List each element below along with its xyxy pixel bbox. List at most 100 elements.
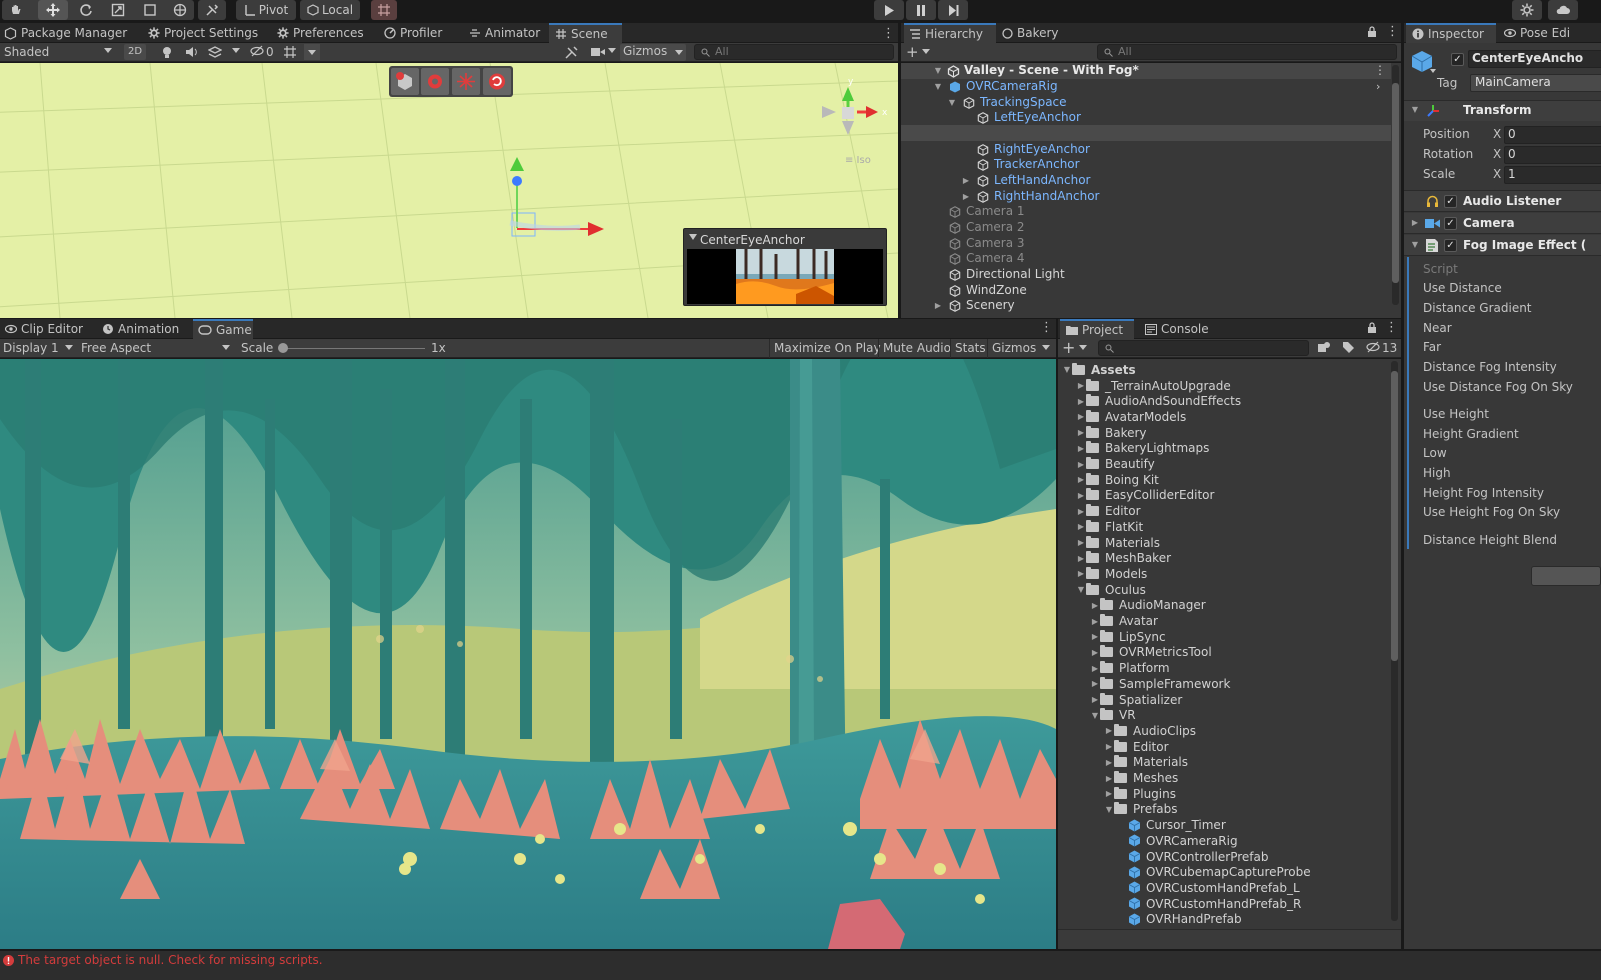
camera-checkbox[interactable]: ✓ bbox=[1444, 217, 1457, 230]
move-tool-button[interactable] bbox=[38, 0, 68, 20]
hidden-packages-toggle[interactable]: 13 bbox=[1366, 341, 1397, 355]
create-button[interactable]: + bbox=[1062, 338, 1075, 357]
gizmos-dropdown[interactable]: Gizmos bbox=[620, 44, 686, 61]
folder-item[interactable]: ▶ OVRMetricsTool bbox=[1090, 645, 1212, 661]
folder-item[interactable]: ▶ AudioAndSoundEffects bbox=[1076, 393, 1241, 409]
tab-game[interactable]: Game bbox=[193, 319, 253, 339]
expand-arrow[interactable]: ▶ bbox=[1076, 460, 1086, 469]
local-toggle[interactable]: Local bbox=[300, 0, 360, 20]
tab-inspector[interactable]: Inspector bbox=[1406, 23, 1496, 43]
status-bar[interactable]: The target object is null. Check for mis… bbox=[0, 950, 1601, 980]
expand-arrow[interactable]: ▼ bbox=[1062, 365, 1072, 374]
expand-arrow[interactable]: ▶ bbox=[1090, 617, 1100, 626]
expand-arrow[interactable]: ▶ bbox=[1104, 742, 1114, 751]
shading-mode-dropdown[interactable]: Shaded bbox=[4, 45, 49, 59]
hierarchy-item[interactable]: RightEyeAnchor bbox=[901, 142, 1391, 158]
expand-arrow[interactable]: ▼ bbox=[933, 82, 943, 91]
more-menu-icon[interactable]: ⋮ bbox=[882, 26, 895, 41]
folder-item[interactable]: ▼ Prefabs bbox=[1104, 802, 1178, 818]
game-view[interactable] bbox=[0, 359, 1056, 949]
aspect-dropdown[interactable]: Free Aspect bbox=[81, 341, 151, 355]
expand-arrow[interactable]: ▶ bbox=[1090, 664, 1100, 673]
prefab-item[interactable]: OVRControllerPrefab bbox=[1118, 849, 1268, 865]
tab-animation[interactable]: Animation bbox=[102, 319, 179, 339]
play-button[interactable] bbox=[874, 0, 904, 20]
transform-value-field[interactable]: 0 bbox=[1504, 146, 1601, 164]
prefab-item[interactable]: OVRHandPrefab bbox=[1118, 912, 1242, 928]
hierarchy-item[interactable]: Camera 1 bbox=[901, 204, 1391, 220]
expand-arrow[interactable]: ▶ bbox=[1076, 428, 1086, 437]
expand-arrow[interactable]: ▼ bbox=[1090, 711, 1100, 720]
pivot-overlay-button[interactable] bbox=[452, 68, 480, 95]
expand-arrow[interactable]: ▶ bbox=[1076, 522, 1086, 531]
folder-item[interactable]: ▶ Editor bbox=[1076, 503, 1141, 519]
scale-slider-track[interactable] bbox=[283, 348, 425, 349]
folder-item[interactable]: ▶ AudioClips bbox=[1104, 723, 1196, 739]
display-dropdown[interactable]: Display 1 bbox=[3, 341, 59, 355]
folder-item[interactable]: ▶ BakeryLightmaps bbox=[1076, 441, 1209, 457]
tab-clip-editor[interactable]: Clip Editor bbox=[5, 319, 83, 339]
hierarchy-item[interactable]: ▶ RightHandAnchor bbox=[901, 189, 1391, 205]
tab-bakery[interactable]: Bakery bbox=[1002, 23, 1059, 43]
add-component-button[interactable] bbox=[1531, 566, 1601, 586]
custom-tool-button[interactable] bbox=[198, 0, 226, 20]
folder-item[interactable]: ▶ MeshBaker bbox=[1076, 550, 1171, 566]
mute-audio-toggle[interactable]: Mute Audio bbox=[878, 339, 955, 358]
folder-item[interactable]: ▶ FlatKit bbox=[1076, 519, 1143, 535]
audio-listener-checkbox[interactable]: ✓ bbox=[1444, 195, 1457, 208]
hierarchy-item[interactable]: TrackerAnchor bbox=[901, 157, 1391, 173]
folder-item[interactable]: ▶ Beautify bbox=[1076, 456, 1155, 472]
prefab-item[interactable]: OVRCameraRig bbox=[1118, 833, 1238, 849]
grid-menu[interactable] bbox=[304, 44, 320, 60]
tab-package-manager[interactable]: Package Manager bbox=[4, 23, 127, 43]
expand-arrow[interactable]: ▶ bbox=[1104, 789, 1114, 798]
transform-all-button[interactable] bbox=[166, 0, 194, 20]
search-by-type-button[interactable] bbox=[1317, 341, 1331, 355]
hierarchy-item[interactable]: ▼ TrackingSpace bbox=[901, 95, 1391, 111]
expand-arrow[interactable]: ▶ bbox=[1076, 491, 1086, 500]
folder-item[interactable]: ▶ Materials bbox=[1104, 755, 1188, 771]
folder-item[interactable]: ▶ _TerrainAutoUpgrade bbox=[1076, 378, 1231, 394]
hierarchy-item[interactable]: Directional Light bbox=[901, 267, 1391, 283]
folder-item[interactable]: ▶ Models bbox=[1076, 566, 1147, 582]
hierarchy-item[interactable]: ▶ LeftHandAnchor bbox=[901, 173, 1391, 189]
hierarchy-scrollbar[interactable] bbox=[1392, 65, 1399, 305]
tab-project[interactable]: Project bbox=[1060, 319, 1134, 339]
chevron-right-icon[interactable]: › bbox=[1376, 80, 1380, 93]
object-name-field[interactable]: CenterEyeAncho bbox=[1468, 50, 1601, 68]
camera-settings-button[interactable] bbox=[590, 46, 606, 58]
expand-arrow[interactable]: ▶ bbox=[1076, 412, 1086, 421]
expand-arrow[interactable]: ▶ bbox=[1090, 695, 1100, 704]
folder-item[interactable]: ▶ EasyColliderEditor bbox=[1076, 488, 1214, 504]
expand-arrow[interactable]: ▼ bbox=[947, 98, 957, 107]
folder-item[interactable]: ▶ Plugins bbox=[1104, 786, 1176, 802]
expand-arrow[interactable]: ▶ bbox=[1104, 758, 1114, 767]
transform-value-field[interactable]: 0 bbox=[1504, 126, 1601, 144]
audio-listener-header[interactable]: ✓ Audio Listener bbox=[1404, 191, 1601, 212]
hierarchy-item[interactable]: ▼ OVRCameraRig bbox=[901, 79, 1391, 95]
tab-pose-editor[interactable]: Pose Edi bbox=[1504, 23, 1570, 43]
transform-header[interactable]: ▼ Transform bbox=[1404, 101, 1601, 121]
scene-search-input[interactable]: All bbox=[694, 44, 894, 60]
axis-label[interactable]: X bbox=[1493, 167, 1501, 181]
settings-overlay-button[interactable] bbox=[421, 68, 449, 95]
rect-tool-button[interactable] bbox=[136, 0, 164, 20]
more-menu-icon[interactable]: ⋮ bbox=[1386, 24, 1399, 39]
search-by-label-button[interactable] bbox=[1342, 341, 1355, 354]
stats-toggle[interactable]: Stats bbox=[950, 339, 990, 358]
expand-arrow[interactable]: ▶ bbox=[1090, 632, 1100, 641]
create-button[interactable]: + bbox=[906, 43, 919, 61]
transform-value-field[interactable]: 1 bbox=[1504, 166, 1601, 184]
folder-item[interactable]: ▶ Platform bbox=[1090, 660, 1170, 676]
lock-icon[interactable] bbox=[1367, 26, 1377, 38]
rotate-tool-button[interactable] bbox=[72, 0, 100, 20]
more-menu-icon[interactable]: ⋮ bbox=[1385, 320, 1398, 335]
folder-item[interactable]: ▶ Avatar bbox=[1090, 613, 1158, 629]
account-button[interactable] bbox=[1548, 0, 1578, 20]
folder-item[interactable]: ▶ Editor bbox=[1104, 739, 1169, 755]
hierarchy-item[interactable]: ▶ Scenery bbox=[901, 298, 1391, 314]
tab-animator[interactable]: Animator bbox=[469, 23, 540, 43]
tab-console[interactable]: Console bbox=[1145, 319, 1209, 339]
grid-toggle[interactable] bbox=[283, 45, 297, 59]
expand-arrow[interactable]: ▶ bbox=[1076, 569, 1086, 578]
